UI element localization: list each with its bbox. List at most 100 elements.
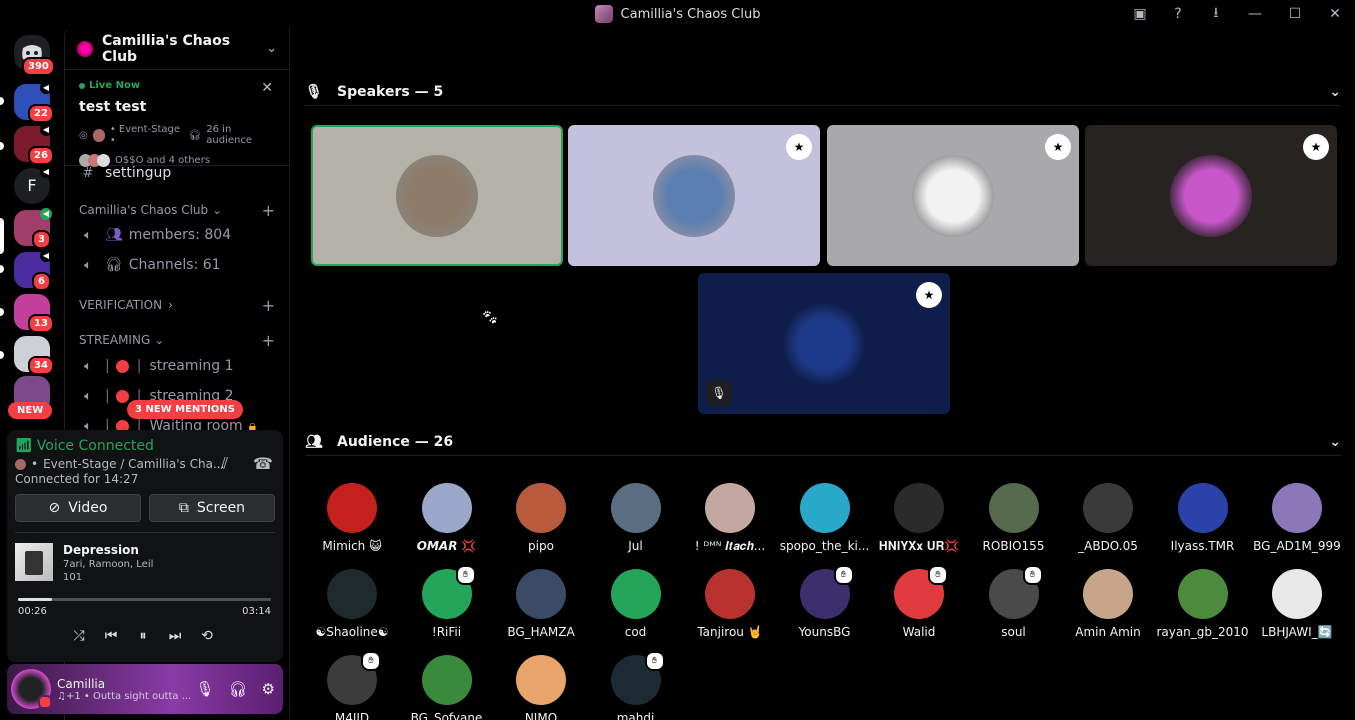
audience-name: YounsBG (798, 625, 851, 639)
server-icon-1[interactable]: ◀ 22 (14, 82, 54, 123)
next-icon[interactable]: ⏭︎ (167, 628, 183, 644)
audience-member[interactable]: Mimich 😺 (305, 483, 399, 553)
audience-member[interactable]: BG_Sofyane (400, 655, 494, 720)
audience-avatar (1272, 483, 1322, 533)
audience-member[interactable]: cod (589, 569, 683, 639)
window-title: Camillia's Chaos Club (594, 5, 760, 23)
speaker-tile[interactable]: ★ (568, 125, 820, 266)
audience-member[interactable]: ✋︎ Walid (872, 565, 966, 639)
user-avatar[interactable] (11, 669, 52, 709)
screen-label: Screen (196, 500, 246, 516)
category-streaming[interactable]: STREAMING ⌄ + (79, 331, 275, 350)
guild-header[interactable]: Camillia's Chaos Club ⌄ (65, 28, 289, 70)
audience-member[interactable]: 𝙊𝙈𝘼𝙍 💢 (400, 483, 494, 553)
live-stage-card[interactable]: Live Now test test ◎ • Event-Stage • 🎧︎ … (65, 70, 289, 167)
speakers-header[interactable]: 🎙︎ Speakers — 5 ⌄ (305, 78, 1341, 106)
channel-count[interactable]: 🔈︎ 🎧︎ Channels: 61 (79, 254, 275, 276)
maximize-button[interactable]: ☐ (1275, 0, 1315, 28)
audience-member[interactable]: ✋︎ M4JID (305, 651, 399, 720)
noise-suppression-icon[interactable]: ⫽ (221, 454, 228, 474)
audience-name: mahdi (616, 711, 655, 720)
add-channel-icon[interactable]: + (262, 296, 275, 315)
server-icon-3[interactable]: F ◀ (14, 166, 52, 204)
home-button[interactable]: 390 (14, 35, 55, 76)
speaker-tile[interactable]: ★ (1085, 125, 1337, 266)
speaker-icon: ◀ (40, 124, 52, 136)
close-window-button[interactable]: ✕ (1315, 0, 1355, 28)
speaker-tile[interactable] (311, 125, 563, 266)
channel-label: streaming 1 (149, 358, 234, 374)
audience-member[interactable]: ROBIO155 (967, 483, 1061, 553)
speaker-tile[interactable]: ★ 🎙︎ (698, 273, 950, 414)
channel-members[interactable]: 🔈︎ 👥︎ members: 804 (79, 224, 275, 246)
video-button[interactable]: ⊘ Video (15, 494, 141, 522)
user-name[interactable]: Camillia (57, 677, 195, 691)
previous-icon[interactable]: ⏮︎ (103, 628, 119, 644)
server-badge: 6 (32, 272, 51, 291)
add-channel-icon[interactable]: + (262, 331, 275, 350)
shuffle-icon[interactable]: ⤮ (71, 628, 87, 644)
add-channel-icon[interactable]: + (262, 201, 275, 220)
microphone-icon[interactable]: 🎙︎ (195, 680, 214, 698)
close-icon[interactable]: ✕ (261, 80, 273, 96)
playback-progress[interactable] (18, 598, 271, 601)
audience-member[interactable]: ✋︎ soul (967, 565, 1061, 639)
disconnect-icon[interactable]: ☎ (253, 454, 273, 473)
audience-member[interactable]: BG_HAMZA (494, 569, 588, 639)
song-title: Depression (63, 543, 139, 557)
audience-member[interactable]: ✋︎ !RiFii (400, 565, 494, 639)
audience-member[interactable]: _ABDO.05 (1061, 483, 1155, 553)
audience-member[interactable]: Amin Amin (1061, 569, 1155, 639)
guild-name: Camillia's Chaos Club (102, 32, 231, 65)
category-camillia[interactable]: Camillia's Chaos Club ⌄ + (79, 201, 275, 220)
now-playing[interactable]: Depression 7ari, Ramoon, Leil 101 (15, 532, 275, 583)
headphones-icon[interactable]: 🎧︎ (229, 680, 248, 698)
pause-icon[interactable]: ⏸︎ (135, 628, 151, 644)
server-icon-2[interactable]: ◀ 26 (14, 124, 54, 165)
category-verification[interactable]: VERIFICATION › + (79, 296, 275, 315)
channel-settingup[interactable]: # settingup (79, 162, 275, 184)
audience-name: rayan_gb_2010 (1156, 625, 1249, 639)
audience-member[interactable]: ✋︎ YounsBG (778, 565, 872, 639)
server-icon-4[interactable]: ◀ 3 (14, 208, 52, 249)
audience-member[interactable]: pipo (494, 483, 588, 553)
audience-member[interactable]: BG_AD1M_999 (1250, 483, 1344, 553)
audience-avatar (327, 483, 377, 533)
screen-share-button[interactable]: ⧉ Screen (149, 494, 275, 522)
audience-member[interactable]: Tanjirou 🤘 (683, 569, 777, 639)
new-servers-badge[interactable]: NEW (8, 402, 53, 419)
new-mentions-button[interactable]: 3 NEW MENTIONS (127, 400, 243, 419)
audience-member[interactable]: Jul (589, 483, 683, 553)
voice-status[interactable]: Voice Connected (37, 438, 154, 454)
repeat-icon[interactable]: ⟲ (199, 628, 215, 644)
help-icon[interactable]: ? (1159, 0, 1197, 28)
audience-member[interactable]: spopo_the_ki... (778, 483, 872, 553)
minimize-button[interactable]: — (1235, 0, 1275, 28)
server-icon-7[interactable]: 34 (14, 336, 54, 375)
server-icon-5[interactable]: ◀ 6 (14, 250, 52, 291)
audience-member[interactable]: NIMO (494, 655, 588, 720)
voice-location[interactable]: Event-Stage / Camillia's Cha... (43, 457, 224, 471)
download-icon[interactable]: ⭳ (1197, 0, 1235, 28)
muted-microphone-icon: 🎙︎ (706, 380, 732, 406)
audience-name: pipo (528, 539, 554, 553)
speaker-tile[interactable]: ★ (827, 125, 1079, 266)
audience-avatar (1272, 569, 1322, 619)
server-icon-6[interactable]: 13 (14, 294, 54, 333)
audience-member[interactable]: ! ᴰᴹᴺ 𝑰𝒕𝒂𝒄𝒉... (683, 483, 777, 554)
channel-streaming-1[interactable]: 🔈︎ | | streaming 1 (79, 355, 275, 377)
audience-member[interactable]: LBHJAWI_🔄 (1250, 569, 1344, 639)
audience-name: ROBIO155 (982, 539, 1045, 553)
unread-pill (0, 265, 4, 273)
audience-name: ☯Shaoline☯ (315, 625, 389, 639)
settings-gear-icon[interactable]: ⚙ (262, 680, 275, 698)
signal-icon: 📶︎ (15, 438, 33, 454)
inbox-icon[interactable]: ▣ (1121, 0, 1159, 28)
audience-member[interactable]: rayan_gb_2010 (1156, 569, 1250, 639)
audience-member[interactable]: 𝐇𝐍𝐈𝐘𝐗𝐱 𝐔𝐑💢 (872, 483, 966, 554)
live-label: Live Now (89, 80, 141, 91)
audience-member[interactable]: ✋︎ mahdi (589, 651, 683, 720)
audience-header[interactable]: 👥︎ Audience — 26 ⌄ (305, 428, 1341, 456)
audience-member[interactable]: ☯Shaoline☯ (305, 569, 399, 639)
audience-member[interactable]: Ilyass.TMR (1156, 483, 1250, 553)
